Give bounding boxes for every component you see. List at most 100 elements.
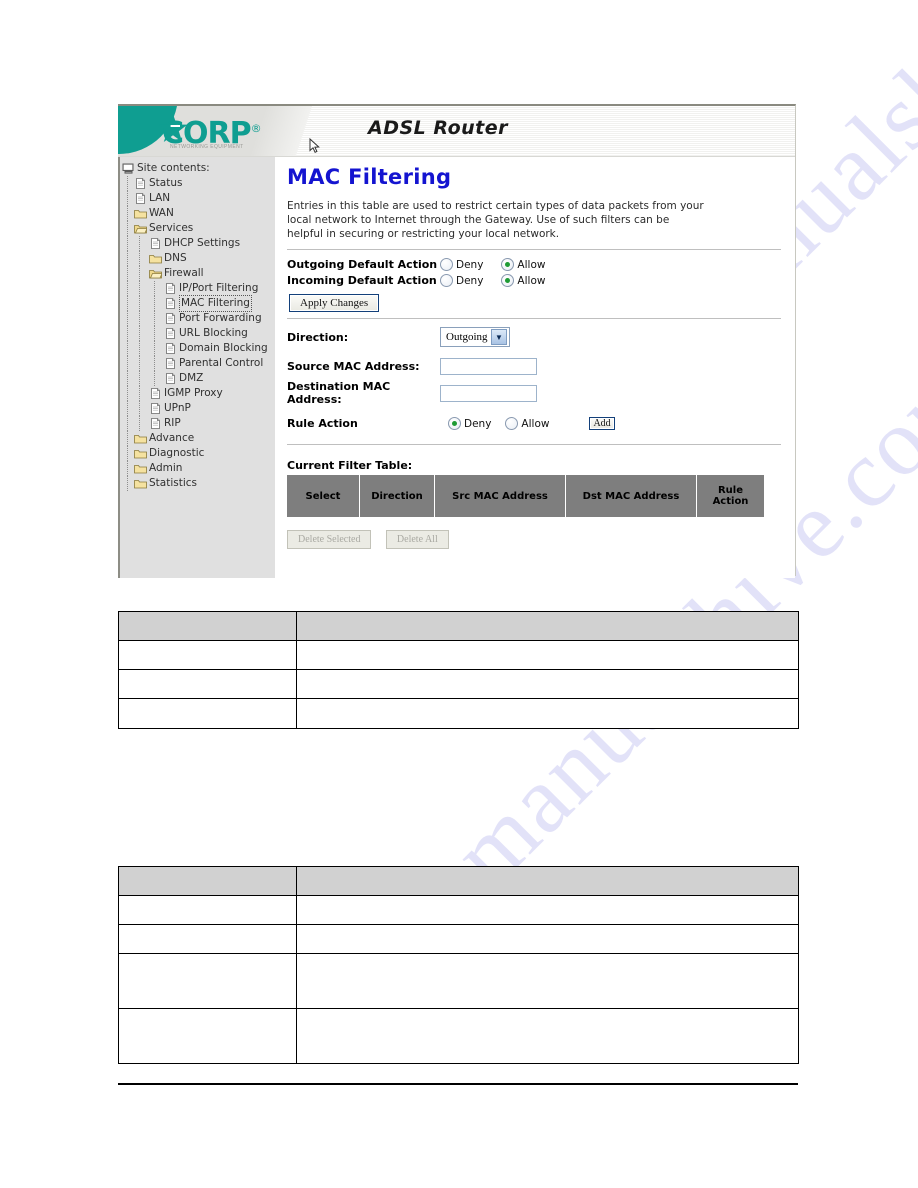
radio-circle-selected-icon <box>501 258 515 271</box>
page-description: Entries in this table are used to restri… <box>287 200 704 240</box>
sidebar-item-dns[interactable]: DNS <box>122 251 275 266</box>
table-row <box>118 924 799 954</box>
sidebar-item-firewall[interactable]: Firewall <box>122 266 275 281</box>
tree-guide <box>139 386 149 401</box>
tree-guide <box>154 326 164 341</box>
tree-guide <box>139 236 149 251</box>
folder-icon <box>134 462 147 475</box>
table-header-cell <box>118 611 297 641</box>
page-icon <box>164 342 177 355</box>
tree-guide <box>127 446 134 461</box>
sidebar-item-dhcp-settings[interactable]: DHCP Settings <box>122 236 275 251</box>
sidebar-item-lan[interactable]: LAN <box>122 191 275 206</box>
destination-mac-label: Destination MAC Address: <box>287 380 391 406</box>
page-icon <box>149 387 162 400</box>
sidebar-item-label: RIP <box>164 417 181 429</box>
table-cell <box>118 1008 297 1064</box>
rule-allow-radio[interactable]: Allow <box>505 417 549 430</box>
sidebar-item-domain-blocking[interactable]: Domain Blocking <box>122 341 275 356</box>
tree-guide <box>127 311 134 326</box>
incoming-deny-radio[interactable]: Deny <box>440 274 483 287</box>
radio-circle-selected-icon <box>501 274 515 287</box>
sidebar-item-label: Advance <box>149 432 195 444</box>
apply-changes-button[interactable]: Apply Changes <box>289 294 380 312</box>
sidebar-item-statistics[interactable]: Statistics <box>122 476 275 491</box>
direction-select[interactable]: Outgoing ▼ <box>440 327 510 347</box>
sidebar-item-admin[interactable]: Admin <box>122 461 275 476</box>
outgoing-deny-radio[interactable]: Deny <box>440 258 483 271</box>
sidebar-item-parental-control[interactable]: Parental Control <box>122 356 275 371</box>
incoming-default-action-label: Incoming Default Action <box>287 274 437 287</box>
folder-open-icon <box>149 267 163 280</box>
sidebar-item-wan[interactable]: WAN <box>122 206 275 221</box>
sidebar-item-port-forwarding[interactable]: Port Forwarding <box>122 311 275 326</box>
rule-deny-radio[interactable]: Deny <box>448 417 491 430</box>
folder-icon <box>134 207 147 220</box>
table-row <box>118 953 799 1009</box>
sidebar-item-upnp[interactable]: UPnP <box>122 401 275 416</box>
tree-guide <box>127 206 134 221</box>
tree-guide <box>127 416 134 431</box>
delete-all-button[interactable]: Delete All <box>385 530 449 549</box>
sidebar-item-label: Statistics <box>149 477 197 489</box>
sidebar-item-advance[interactable]: Advance <box>122 431 275 446</box>
sidebar-root-label: Site contents: <box>137 162 210 174</box>
source-mac-input[interactable] <box>440 358 537 375</box>
divider <box>287 318 781 319</box>
table-row <box>118 895 799 925</box>
sidebar-item-label: Domain Blocking <box>179 342 268 354</box>
table-row <box>118 640 799 670</box>
sidebar-item-rip[interactable]: RIP <box>122 416 275 431</box>
tree-guide <box>139 341 149 356</box>
tree-guide <box>154 356 164 371</box>
computer-icon <box>122 162 135 175</box>
table-cell <box>118 953 297 1009</box>
filter-table-header-dst-mac-address: Dst MAC Address <box>566 475 697 517</box>
incoming-allow-radio[interactable]: Allow <box>501 274 545 287</box>
table-cell <box>118 669 297 699</box>
tree-guide <box>139 296 149 311</box>
table-cell <box>296 895 799 925</box>
delete-selected-button[interactable]: Delete Selected <box>287 530 372 549</box>
tree-guide <box>139 266 149 281</box>
outgoing-allow-radio[interactable]: Allow <box>501 258 545 271</box>
sidebar-item-services[interactable]: Services <box>122 221 275 236</box>
sidebar-item-mac-filtering[interactable]: MAC Filtering <box>122 295 275 312</box>
destination-mac-input[interactable] <box>440 384 537 402</box>
mouse-cursor-icon <box>309 138 320 153</box>
footer-rule <box>118 1083 798 1085</box>
direction-label: Direction: <box>287 330 349 344</box>
divider <box>287 444 781 445</box>
table-cell <box>296 953 799 1009</box>
page-icon <box>134 177 147 190</box>
sidebar-item-igmp-proxy[interactable]: IGMP Proxy <box>122 386 275 401</box>
filter-table-actions: Delete Selected Delete All <box>287 529 781 549</box>
sidebar-item-label: WAN <box>149 207 174 219</box>
sidebar-item-url-blocking[interactable]: URL Blocking <box>122 326 275 341</box>
tree-guide <box>127 251 134 266</box>
outgoing-deny-label: Deny <box>456 258 484 271</box>
table-cell <box>296 924 799 954</box>
table-cell <box>296 1008 799 1064</box>
sidebar-item-label: Admin <box>149 462 183 474</box>
filter-table-header-src-mac-address: Src MAC Address <box>435 475 566 517</box>
table-cell <box>118 924 297 954</box>
source-mac-label: Source MAC Address: <box>287 360 420 373</box>
sidebar-item-dmz[interactable]: DMZ <box>122 371 275 386</box>
tree-guide <box>154 296 164 311</box>
sidebar-item-status[interactable]: Status <box>122 176 275 191</box>
sidebar-tree: Status LAN WAN Services DHCP Settings DNS Fire… <box>122 176 275 491</box>
table-header-cell <box>296 611 799 641</box>
sidebar-item-ip-port-filtering[interactable]: IP/Port Filtering <box>122 281 275 296</box>
chevron-down-icon[interactable]: ▼ <box>491 329 507 345</box>
table-header-row <box>118 866 799 896</box>
tree-guide <box>127 176 134 191</box>
page-icon <box>164 312 177 325</box>
sidebar-root[interactable]: Site contents: <box>122 161 275 176</box>
add-rule-button[interactable]: Add <box>589 417 615 430</box>
tree-guide <box>127 371 134 386</box>
sidebar-item-diagnostic[interactable]: Diagnostic <box>122 446 275 461</box>
incoming-default-action-row: Incoming Default Action Deny Allow <box>287 274 781 287</box>
direction-selected-value: Outgoing <box>446 331 488 343</box>
table-row <box>118 669 799 699</box>
